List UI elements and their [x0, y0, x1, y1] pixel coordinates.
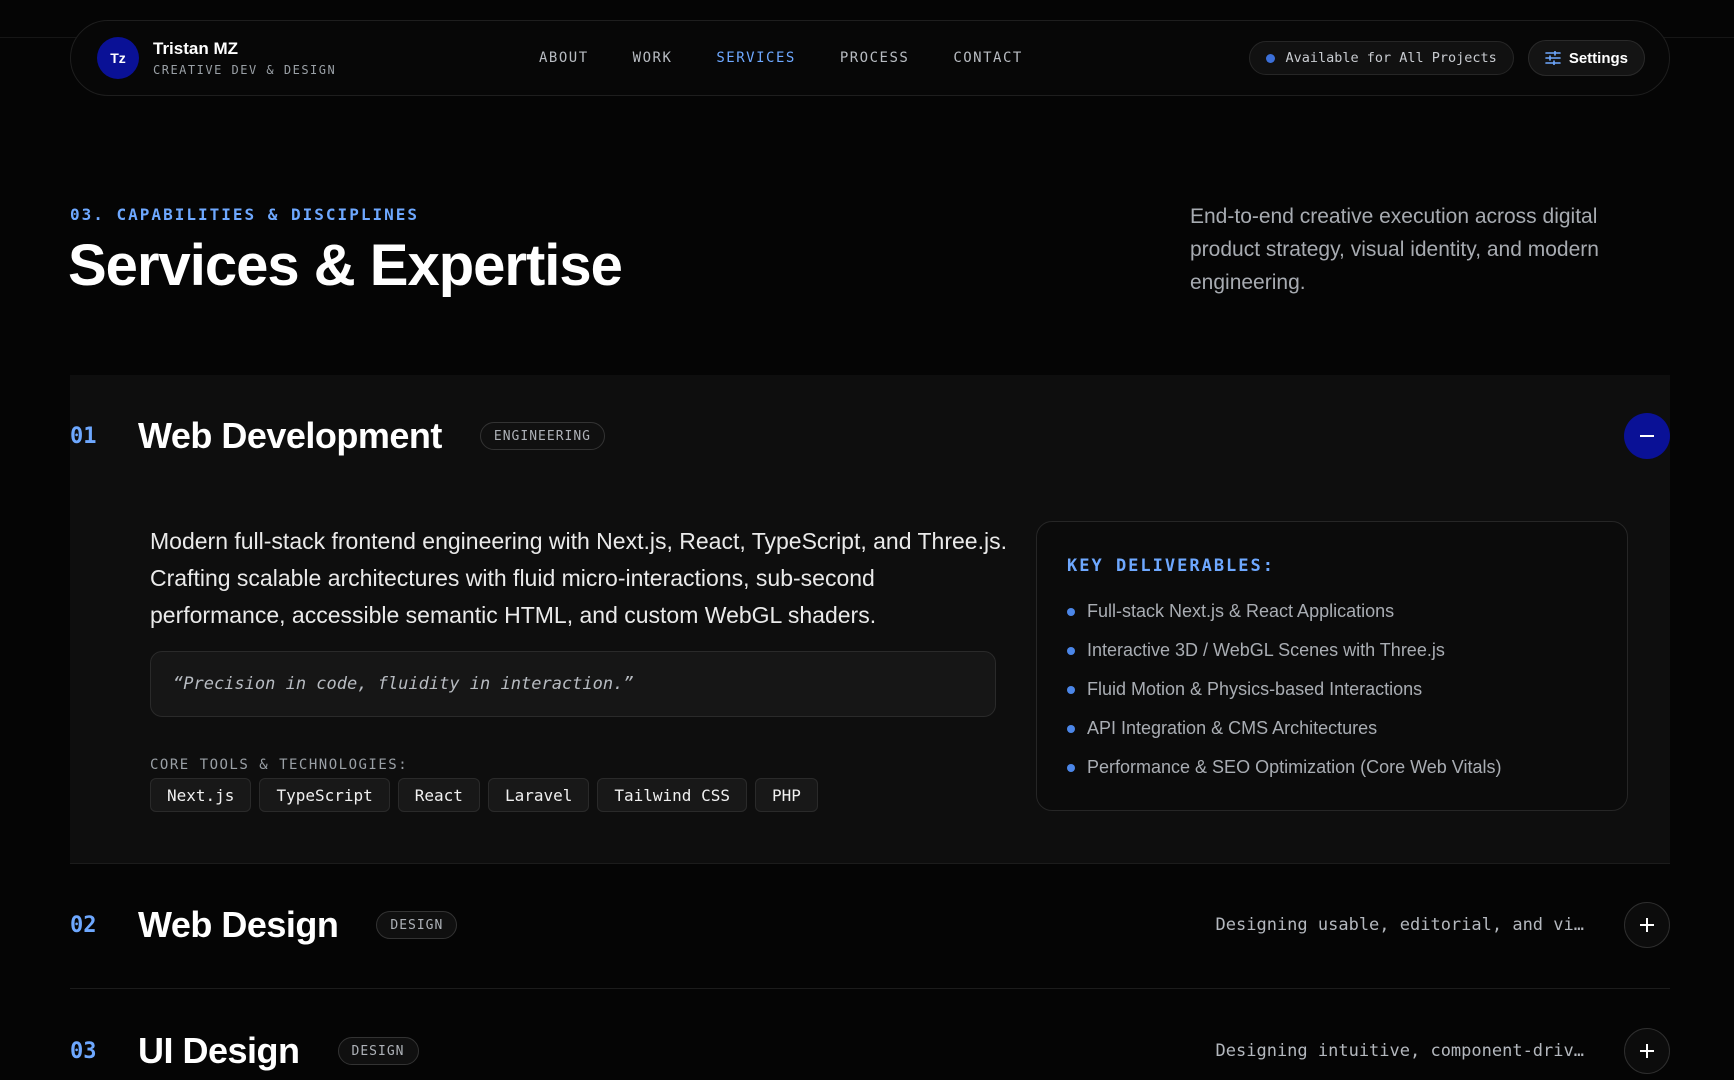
bullet-icon: [1067, 763, 1075, 772]
tools-label: CORE TOOLS & TECHNOLOGIES:: [150, 757, 409, 773]
status-dot-icon: [1266, 53, 1276, 63]
site-header: Tz Tristan MZ CREATIVE DEV & DESIGN ABOU…: [70, 20, 1670, 96]
tool-chip: React: [397, 778, 480, 812]
bullet-icon: [1067, 646, 1075, 655]
service-description: Modern full-stack frontend engineering w…: [150, 528, 1007, 628]
tool-chip: PHP: [754, 778, 818, 812]
service-number: 01: [70, 423, 97, 449]
service-panel-web-development: 01 Web Development ENGINEERING Modern fu…: [70, 375, 1670, 863]
page-title: Services & Expertise: [68, 233, 623, 298]
plus-icon: [1640, 918, 1654, 932]
tool-chip: Next.js: [150, 778, 252, 812]
service-title: Web Development: [138, 415, 442, 456]
deliverables-title: KEY DELIVERABLES:: [1067, 556, 1275, 576]
deliverables-card: KEY DELIVERABLES: Full-stack Next.js & R…: [1036, 521, 1628, 811]
service-header-web-design[interactable]: 02 Web Design DESIGN Designing usable, e…: [70, 902, 1670, 948]
service-header-web-development[interactable]: 01 Web Development ENGINEERING: [70, 413, 1670, 459]
nav-contact[interactable]: CONTACT: [953, 50, 1023, 66]
collapse-button[interactable]: [1624, 413, 1670, 459]
service-header-ui-design[interactable]: 03 UI Design DESIGN Designing intuitive,…: [70, 1028, 1670, 1074]
tool-chip: TypeScript: [259, 778, 390, 812]
deliverable-text: Performance & SEO Optimization (Core Web…: [1087, 757, 1502, 777]
minus-icon: [1640, 435, 1654, 437]
bullet-icon: [1067, 685, 1075, 694]
bullet-icon: [1067, 724, 1075, 733]
nav-about[interactable]: ABOUT: [539, 50, 589, 66]
deliverable-text: Interactive 3D / WebGL Scenes with Three…: [1087, 640, 1445, 660]
service-number: 02: [70, 912, 97, 938]
section-lede: End-to-end creative execution across dig…: [1190, 205, 1599, 294]
nav-work[interactable]: WORK: [633, 50, 673, 66]
nav-services[interactable]: SERVICES: [716, 50, 795, 66]
tool-chip: Laravel: [487, 778, 590, 812]
list-item: Full-stack Next.js & React Applications: [1067, 592, 1597, 631]
deliverables-list: Full-stack Next.js & React Applications …: [1067, 592, 1597, 787]
header-actions: Available for All Projects Settings: [1249, 40, 1645, 76]
expand-button[interactable]: [1624, 902, 1670, 948]
settings-label: Settings: [1568, 49, 1628, 67]
deliverable-text: Full-stack Next.js & React Applications: [1087, 601, 1395, 621]
brand-name[interactable]: Tristan MZ: [153, 39, 336, 59]
list-item: Performance & SEO Optimization (Core Web…: [1067, 748, 1597, 787]
section-divider: [70, 988, 1670, 989]
settings-button[interactable]: Settings: [1527, 40, 1645, 76]
brand: Tristan MZ CREATIVE DEV & DESIGN: [153, 39, 336, 77]
availability-badge: Available for All Projects: [1249, 41, 1514, 75]
service-number: 03: [70, 1038, 97, 1064]
expand-button[interactable]: [1624, 1028, 1670, 1074]
brand-tagline: CREATIVE DEV & DESIGN: [153, 63, 337, 77]
service-title: UI Design: [138, 1030, 300, 1071]
plus-icon: [1640, 1044, 1654, 1058]
nav-process[interactable]: PROCESS: [840, 50, 910, 66]
list-item: Interactive 3D / WebGL Scenes with Three…: [1067, 631, 1597, 670]
service-tag: ENGINEERING: [479, 422, 605, 450]
sliders-icon: [1545, 51, 1561, 65]
bullet-icon: [1067, 607, 1075, 616]
service-summary: Designing usable, editorial, and vi…: [1215, 915, 1584, 935]
tools-list: Next.js TypeScript React Laravel Tailwin…: [150, 778, 818, 812]
service-tag: DESIGN: [376, 911, 458, 939]
service-tag: DESIGN: [337, 1037, 419, 1065]
logo-badge[interactable]: Tz: [97, 37, 139, 79]
section-eyebrow: 03. CAPABILITIES & DISCIPLINES: [70, 205, 419, 224]
section-divider: [70, 863, 1670, 864]
deliverable-text: Fluid Motion & Physics-based Interaction…: [1087, 679, 1423, 699]
list-item: API Integration & CMS Architectures: [1067, 709, 1597, 748]
list-item: Fluid Motion & Physics-based Interaction…: [1067, 670, 1597, 709]
service-quote: “Precision in code, fluidity in interact…: [150, 651, 996, 717]
main-nav: ABOUT WORK SERVICES PROCESS CONTACT: [539, 21, 1023, 95]
deliverable-text: API Integration & CMS Architectures: [1087, 718, 1378, 738]
tool-chip: Tailwind CSS: [597, 778, 747, 812]
service-title: Web Design: [138, 904, 339, 945]
availability-label: Available for All Projects: [1285, 50, 1497, 66]
service-summary: Designing intuitive, component-driv…: [1215, 1041, 1584, 1061]
